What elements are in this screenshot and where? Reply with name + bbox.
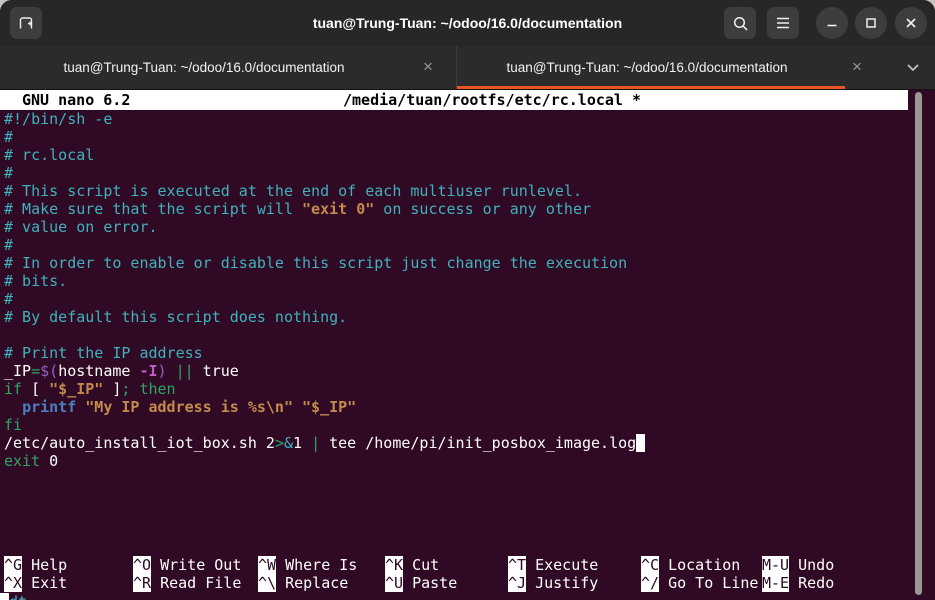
shortcut-item[interactable]: ^G Help	[4, 556, 133, 574]
code-line: #	[4, 290, 645, 308]
code-line: #	[4, 164, 645, 182]
clipped-bottom-line: dt	[0, 593, 935, 600]
shortcut-label: Replace	[276, 574, 348, 592]
shortcut-key: ^U	[385, 574, 403, 592]
close-icon	[904, 16, 918, 30]
active-tab-indicator	[457, 86, 845, 89]
shortcut-item[interactable]: ^W Where Is	[258, 556, 385, 574]
code-line: # By default this script does nothing.	[4, 308, 645, 326]
code-line: # This script is executed at the end of …	[4, 182, 645, 200]
shortcut-item[interactable]: ^/ Go To Line	[641, 574, 762, 592]
shortcut-row-2: ^X Exit^R Read File^\ Replace^U Paste^J …	[4, 574, 928, 592]
terminal-screen[interactable]: GNU nano 6.2 /media/tuan/rootfs/etc/rc.l…	[0, 90, 935, 600]
shortcut-key: ^X	[4, 574, 22, 592]
code-line: if [ "$_IP" ]; then	[4, 380, 645, 398]
shortcut-label: Exit	[22, 574, 67, 592]
hamburger-menu-icon	[775, 16, 791, 30]
code-line	[4, 326, 645, 344]
minimize-button[interactable]	[816, 7, 848, 39]
shortcut-label: Write Out	[151, 556, 241, 574]
shortcut-key: ^J	[508, 574, 526, 592]
shortcut-item[interactable]: ^T Execute	[508, 556, 641, 574]
code-line: #	[4, 236, 645, 254]
code-line: # In order to enable or disable this scr…	[4, 254, 645, 272]
shortcut-item[interactable]: ^\ Replace	[258, 574, 385, 592]
shortcut-key: ^G	[4, 556, 22, 574]
minimize-icon	[825, 16, 839, 30]
maximize-icon	[864, 16, 878, 30]
editor-content[interactable]: #!/bin/sh -e## rc.local## This script is…	[4, 110, 645, 470]
shortcut-row-1: ^G Help^O Write Out^W Where Is^K Cut^T E…	[4, 556, 928, 574]
terminal-window: tuan@Trung-Tuan: ~/odoo/16.0/documentati…	[0, 0, 935, 600]
shortcut-item[interactable]: ^K Cut	[385, 556, 508, 574]
tab-terminal-1[interactable]: tuan@Trung-Tuan: ~/odoo/16.0/documentati…	[0, 46, 457, 89]
text-cursor	[636, 434, 645, 452]
menu-button[interactable]	[767, 7, 799, 39]
close-button[interactable]	[895, 7, 927, 39]
tab-list-button[interactable]	[898, 55, 928, 81]
clipped-text: dt	[9, 593, 27, 600]
code-line: # value on error.	[4, 218, 645, 236]
shortcut-label: Cut	[403, 556, 439, 574]
code-line: # bits.	[4, 272, 645, 290]
tab-title: tuan@Trung-Tuan: ~/odoo/16.0/documentati…	[457, 46, 837, 89]
shortcut-item[interactable]: ^C Location	[641, 556, 762, 574]
shortcut-item[interactable]: ^O Write Out	[133, 556, 258, 574]
shortcut-key: ^K	[385, 556, 403, 574]
shortcut-label: Help	[22, 556, 67, 574]
shortcut-label: Undo	[789, 556, 834, 574]
code-line: # Print the IP address	[4, 344, 645, 362]
code-line: _IP=$(hostname -I) || true	[4, 362, 645, 380]
shortcut-label: Redo	[789, 574, 834, 592]
nano-titlebar: GNU nano 6.2 /media/tuan/rootfs/etc/rc.l…	[0, 90, 908, 110]
chevron-down-icon	[906, 59, 920, 77]
scrollbar-thumb[interactable]	[915, 92, 922, 595]
nano-version-label: GNU nano 6.2	[22, 91, 130, 109]
titlebar: tuan@Trung-Tuan: ~/odoo/16.0/documentati…	[0, 0, 935, 47]
new-tab-button[interactable]	[10, 7, 42, 39]
shortcut-item[interactable]: ^R Read File	[133, 574, 258, 592]
search-button[interactable]	[724, 7, 756, 39]
shortcut-item[interactable]: ^U Paste	[385, 574, 508, 592]
shortcut-item[interactable]: ^X Exit	[4, 574, 133, 592]
nano-filename-label: /media/tuan/rootfs/etc/rc.local *	[343, 91, 641, 109]
tab-bar: tuan@Trung-Tuan: ~/odoo/16.0/documentati…	[0, 46, 935, 90]
shortcut-label: Go To Line	[659, 574, 758, 592]
shortcut-key: ^O	[133, 556, 151, 574]
maximize-button[interactable]	[855, 7, 887, 39]
shortcut-label: Where Is	[276, 556, 357, 574]
tab-title: tuan@Trung-Tuan: ~/odoo/16.0/documentati…	[0, 46, 408, 89]
shortcut-label: Justify	[526, 574, 598, 592]
clipped-cursor-block	[0, 593, 9, 600]
shortcut-item[interactable]: M-E Redo	[762, 574, 928, 592]
shortcut-key: M-U	[762, 556, 789, 574]
search-icon	[732, 15, 749, 32]
code-line: printf "My IP address is %s\n" "$_IP"	[4, 398, 645, 416]
shortcut-key: ^C	[641, 556, 659, 574]
shortcut-item[interactable]: ^J Justify	[508, 574, 641, 592]
shortcut-key: ^/	[641, 574, 659, 592]
code-line: #	[4, 128, 645, 146]
tab-terminal-2[interactable]: tuan@Trung-Tuan: ~/odoo/16.0/documentati…	[457, 46, 885, 89]
shortcut-item[interactable]: M-U Undo	[762, 556, 928, 574]
shortcut-label: Read File	[151, 574, 241, 592]
shortcut-label: Paste	[403, 574, 457, 592]
code-line: exit 0	[4, 452, 645, 470]
code-line: /etc/auto_install_iot_box.sh 2>&1 | tee …	[4, 434, 645, 452]
shortcut-key: ^T	[508, 556, 526, 574]
code-line: fi	[4, 416, 645, 434]
tab-close-button[interactable]: ×	[416, 55, 440, 79]
shortcut-label: Execute	[526, 556, 598, 574]
code-line: # rc.local	[4, 146, 645, 164]
shortcut-key: ^W	[258, 556, 276, 574]
shortcut-key: ^R	[133, 574, 151, 592]
tab-close-button[interactable]: ×	[845, 55, 869, 79]
code-line: #!/bin/sh -e	[4, 110, 645, 128]
new-tab-icon	[17, 14, 35, 32]
code-line: # Make sure that the script will "exit 0…	[4, 200, 645, 218]
shortcut-key: M-E	[762, 574, 789, 592]
shortcut-key: ^\	[258, 574, 276, 592]
shortcut-label: Location	[659, 556, 740, 574]
